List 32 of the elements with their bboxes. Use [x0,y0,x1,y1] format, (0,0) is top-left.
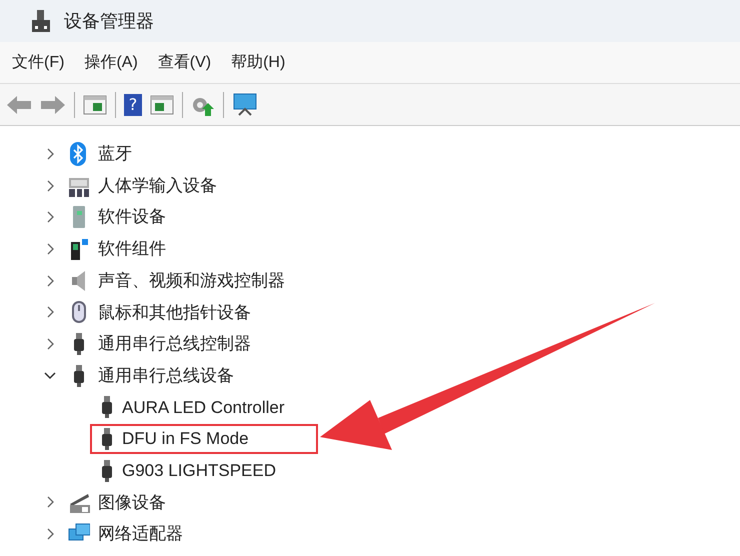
tree-item[interactable]: 软件组件 [98,236,166,262]
action-pane-icon[interactable] [150,94,174,116]
back-icon[interactable] [6,94,32,116]
tree-item[interactable]: 鼠标和其他指针设备 [98,300,251,326]
menu-item[interactable]: 查看(V) [158,50,212,74]
device-manager-icon [30,9,52,33]
monitor-icon[interactable] [232,92,258,116]
console-tree-icon[interactable] [83,94,107,116]
tree-item[interactable]: 人体学输入设备 [98,172,217,198]
menu-item[interactable]: 操作(A) [84,50,138,74]
tree-item[interactable]: 图像设备 [98,490,166,516]
chevron-icon[interactable] [44,370,56,382]
window-title: 设备管理器 [64,10,154,32]
component-icon [68,236,90,261]
tree-item[interactable]: DFU in FS Mode [122,426,249,452]
tree-item[interactable]: 通用串行总线控制器 [98,331,251,357]
tree-item[interactable]: 蓝牙 [98,141,132,167]
usb-plug-icon [102,396,112,418]
tree-item[interactable]: 软件设备 [98,204,166,230]
forward-icon[interactable] [40,94,66,116]
usb-plug-icon [74,364,84,387]
usb-plug-icon [102,460,112,482]
menu-item[interactable]: 文件(F) [12,50,64,74]
menu-item[interactable]: 帮助(H) [231,50,286,74]
tree-item[interactable]: 网络适配器 [98,521,183,547]
tree-item[interactable]: AURA LED Controller [122,394,285,420]
usb-plug-icon [74,332,84,355]
tree-item[interactable]: 通用串行总线设备 [98,362,234,388]
help-button[interactable]: ? [124,94,142,116]
tree-item[interactable]: 声音、视频和游戏控制器 [98,268,285,294]
usb-plug-icon [102,428,112,450]
tree-item[interactable]: G903 LIGHTSPEED [122,458,276,484]
